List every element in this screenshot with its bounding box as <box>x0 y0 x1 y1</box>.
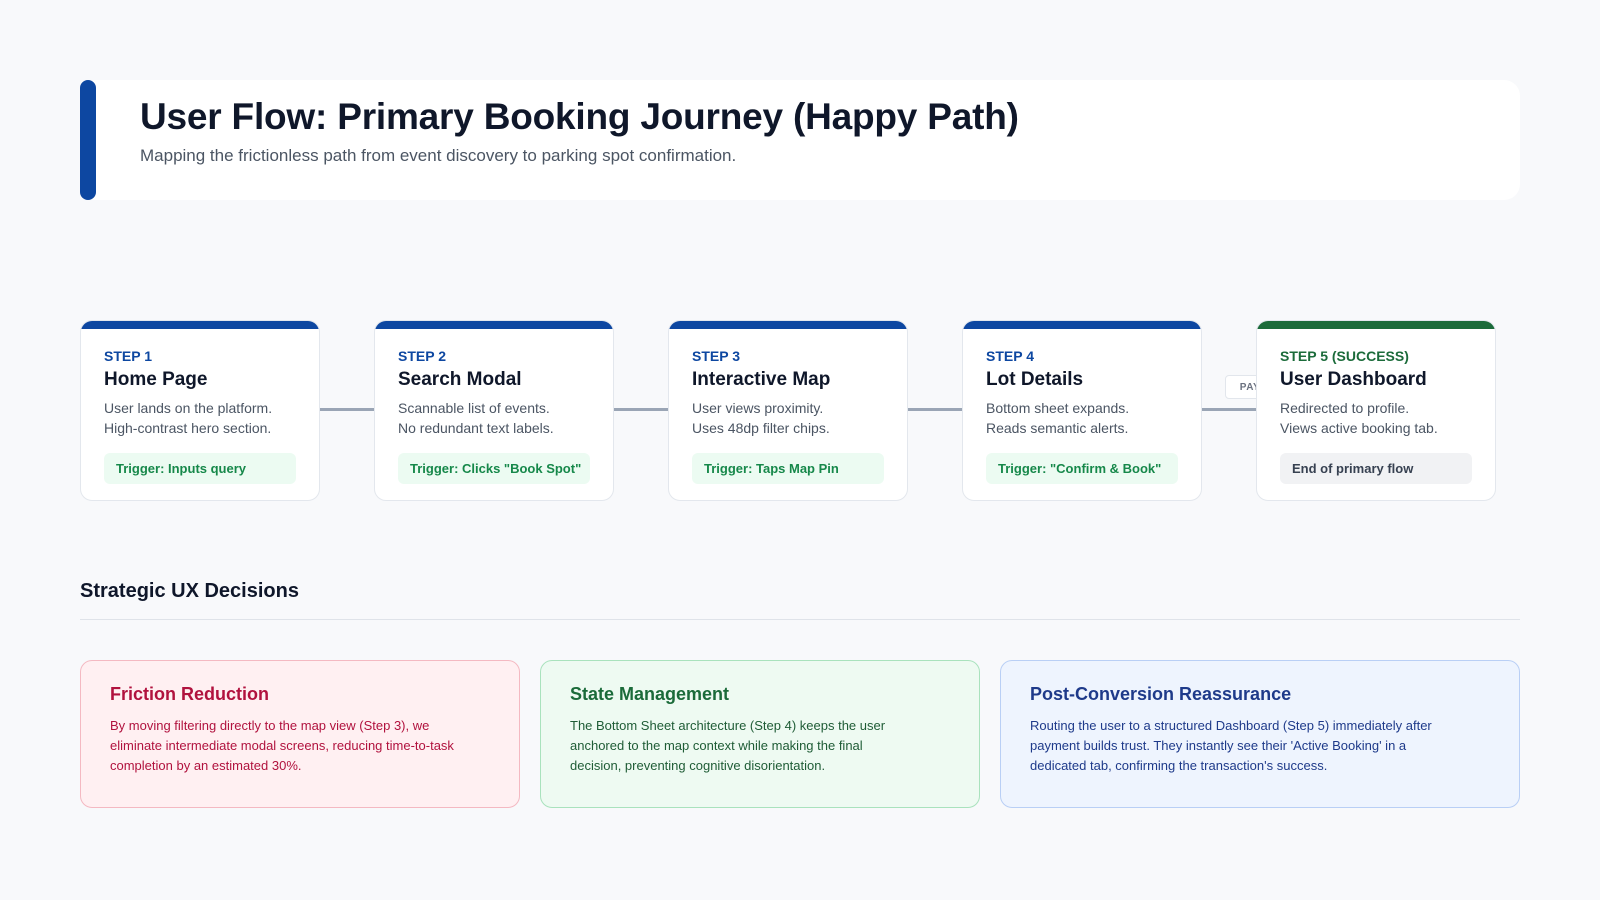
step-card-1: STEP 1 Home Page User lands on the platf… <box>80 320 320 501</box>
step-title: Lot Details <box>986 369 1084 390</box>
section-divider <box>80 619 1520 620</box>
step-trigger-badge: Trigger: Inputs query <box>104 453 296 484</box>
step-desc-line: Uses 48dp filter chips. <box>692 420 830 436</box>
step-desc-line: Reads semantic alerts. <box>986 420 1129 436</box>
step-description: Bottom sheet expands. Reads semantic ale… <box>986 398 1178 438</box>
card-title: Friction Reduction <box>110 684 269 704</box>
step-label: STEP 2 <box>398 348 446 364</box>
step-desc-line: No redundant text labels. <box>398 420 554 436</box>
decision-card-state: State Management The Bottom Sheet archit… <box>540 660 980 808</box>
step-label: STEP 4 <box>986 348 1034 364</box>
card-text: Routing the user to a structured Dashboa… <box>1030 718 1432 773</box>
step-desc-line: High-contrast hero section. <box>104 420 272 436</box>
step-desc-line: User views proximity. <box>692 400 824 416</box>
step-description: Redirected to profile. Views active book… <box>1280 398 1472 438</box>
card-text: By moving filtering directly to the map … <box>110 718 454 773</box>
step-description: User views proximity. Uses 48dp filter c… <box>692 398 884 438</box>
step-card-2: STEP 2 Search Modal Scannable list of ev… <box>374 320 614 501</box>
step-desc-line: Bottom sheet expands. <box>986 400 1130 416</box>
step-top-bar <box>669 321 907 329</box>
connector-2-3 <box>614 408 668 411</box>
card-title: Post-Conversion Reassurance <box>1030 684 1292 704</box>
decision-card-friction: Friction Reduction By moving filtering d… <box>80 660 520 808</box>
connector-1-2 <box>320 408 374 411</box>
step-title: User Dashboard <box>1280 369 1427 390</box>
decision-card-reassurance: Post-Conversion Reassurance Routing the … <box>1000 660 1520 808</box>
connector-3-4 <box>908 408 962 411</box>
step-trigger-badge: Trigger: Taps Map Pin <box>692 453 884 484</box>
step-card-4: STEP 4 Lot Details Bottom sheet expands.… <box>962 320 1202 501</box>
step-label: STEP 5 (SUCCESS) <box>1280 348 1409 364</box>
section-title: Strategic UX Decisions <box>80 580 299 602</box>
step-label: STEP 3 <box>692 348 740 364</box>
end-of-flow-badge: End of primary flow <box>1280 453 1472 484</box>
page-subtitle: Mapping the frictionless path from event… <box>140 146 737 165</box>
step-description: User lands on the platform. High-contras… <box>104 398 296 438</box>
step-card-5: STEP 5 (SUCCESS) User Dashboard Redirect… <box>1256 320 1496 501</box>
step-desc-line: Views active booking tab. <box>1280 420 1438 436</box>
step-title: Search Modal <box>398 369 522 390</box>
step-label: STEP 1 <box>104 348 152 364</box>
step-top-bar <box>963 321 1201 329</box>
step-trigger-badge: Trigger: "Confirm & Book" <box>986 453 1178 484</box>
page-header: User Flow: Primary Booking Journey (Happ… <box>80 80 1520 200</box>
flow-diagram: PAY STEP 1 Home Page User lands on the p… <box>80 320 1520 501</box>
step-card-3: STEP 3 Interactive Map User views proxim… <box>668 320 908 501</box>
step-description: Scannable list of events. No redundant t… <box>398 398 590 438</box>
step-title: Home Page <box>104 369 208 390</box>
card-title: State Management <box>570 684 730 704</box>
page-title: User Flow: Primary Booking Journey (Happ… <box>140 96 1019 137</box>
step-trigger-badge: Trigger: Clicks "Book Spot" <box>398 453 590 484</box>
header-accent-bar <box>80 80 96 200</box>
step-top-bar <box>81 321 319 329</box>
step-top-bar <box>1257 321 1495 329</box>
card-text: The Bottom Sheet architecture (Step 4) k… <box>570 718 886 773</box>
step-desc-line: Scannable list of events. <box>398 400 550 416</box>
connector-4-5 <box>1202 408 1256 411</box>
step-desc-line: User lands on the platform. <box>104 400 273 416</box>
step-desc-line: Redirected to profile. <box>1280 400 1410 416</box>
step-top-bar <box>375 321 613 329</box>
step-title: Interactive Map <box>692 369 831 390</box>
